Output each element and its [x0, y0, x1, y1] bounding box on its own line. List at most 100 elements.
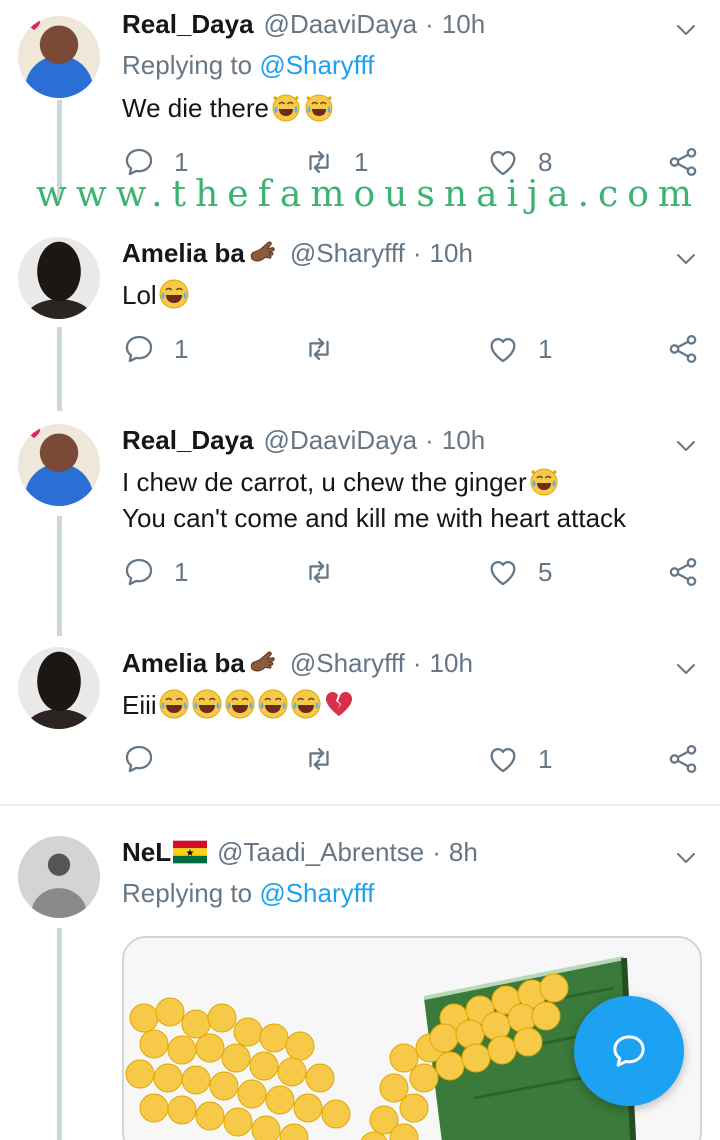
display-name[interactable]: Amelia ba	[122, 238, 245, 269]
separator: ·	[425, 8, 434, 39]
separator: ·	[425, 424, 434, 455]
chevron-down-icon[interactable]	[674, 18, 698, 42]
reply-count: 1	[174, 146, 189, 177]
reply-icon	[122, 332, 156, 366]
tears-of-joy-emoji	[158, 278, 190, 310]
tweet-text: Lol	[122, 277, 190, 313]
grinning-cat-tears-emoji	[303, 91, 335, 123]
username[interactable]: @Sharyfff	[290, 648, 405, 679]
compose-reply-icon	[613, 1035, 645, 1067]
tweet-header: Real_Daya @DaaviDaya · 10h	[122, 420, 485, 460]
reply-icon	[122, 555, 156, 589]
chevron-down-icon[interactable]	[674, 846, 698, 870]
retweet-button[interactable]	[302, 329, 354, 369]
tweet-actions: 1	[0, 739, 720, 779]
share-button[interactable]	[666, 552, 700, 592]
display-name[interactable]: Amelia ba	[122, 648, 245, 679]
retweet-button[interactable]	[302, 552, 354, 592]
replying-to: Replying to @Sharyfff	[122, 878, 374, 909]
tweet-header: Amelia ba @Sharyfff · 10h	[122, 233, 473, 273]
chevron-down-icon[interactable]	[674, 657, 698, 681]
chevron-down-icon[interactable]	[674, 247, 698, 271]
tweet-text-line-2: You can't come and kill me with heart at…	[122, 503, 627, 533]
timestamp[interactable]: 10h	[442, 425, 485, 456]
like-count: 5	[538, 556, 553, 587]
heart-icon	[486, 332, 520, 366]
tweet-text: We die there	[122, 90, 335, 126]
display-name[interactable]: Real_Daya	[122, 425, 254, 456]
separator: ·	[412, 647, 422, 678]
compose-reply-button[interactable]	[574, 996, 684, 1106]
retweet-icon	[302, 555, 336, 589]
share-button[interactable]	[666, 329, 700, 369]
avatar[interactable]	[18, 424, 100, 506]
timestamp[interactable]: 10h	[442, 9, 485, 40]
mention-link[interactable]: @Sharyfff	[259, 50, 374, 80]
separator: ·	[412, 237, 422, 268]
like-button[interactable]: 1	[486, 739, 552, 779]
display-name[interactable]: Real_Daya	[122, 9, 254, 40]
tweet-header: Amelia ba @Sharyfff · 10h	[122, 643, 473, 683]
timestamp[interactable]: 10h	[430, 238, 473, 269]
retweet-icon	[302, 742, 336, 776]
replying-label: Replying to	[122, 878, 253, 908]
replying-to: Replying to @Sharyfff	[122, 50, 374, 81]
watermark: www.thefamousnaija.com	[36, 174, 702, 215]
reply-button[interactable]: 1	[122, 329, 188, 369]
username[interactable]: @DaaviDaya	[264, 9, 418, 40]
broken-heart-emoji	[323, 688, 355, 720]
tears-of-joy-emoji	[191, 688, 223, 720]
tweet-header: NeL @Taadi_Abrentse · 8h	[122, 832, 478, 872]
ghana-flag-emoji	[173, 840, 207, 864]
tweet-text-content: Eiii	[122, 690, 157, 720]
tears-of-joy-emoji	[290, 688, 322, 720]
avatar[interactable]	[18, 16, 100, 98]
tweet-text: Eiii	[122, 687, 355, 723]
tweet-actions: 1 1	[0, 329, 720, 369]
retweet-count: 1	[354, 146, 369, 177]
tweet-actions: 1 5	[0, 552, 720, 592]
avatar[interactable]	[18, 647, 100, 729]
heart-icon	[486, 555, 520, 589]
share-button[interactable]	[666, 739, 700, 779]
reply-count: 1	[174, 556, 189, 587]
tears-of-joy-emoji	[257, 688, 289, 720]
heart-sticker-icon	[28, 426, 40, 438]
tweet-text-content: Lol	[122, 280, 157, 310]
tweet-text-line-1: I chew de carrot, u chew the ginger	[122, 464, 560, 500]
conversation-divider	[0, 804, 720, 806]
reply-button[interactable]: 1	[122, 552, 188, 592]
avatar[interactable]	[18, 237, 100, 319]
avatar[interactable]	[18, 836, 100, 918]
like-button[interactable]: 1	[486, 329, 552, 369]
timestamp[interactable]: 8h	[449, 837, 478, 868]
call-me-hand-emoji	[246, 646, 280, 680]
username[interactable]: @DaaviDaya	[264, 425, 418, 456]
grinning-cat-tears-emoji	[270, 91, 302, 123]
chevron-down-icon[interactable]	[674, 434, 698, 458]
call-me-hand-emoji	[246, 236, 280, 270]
tears-of-joy-emoji	[224, 688, 256, 720]
retweet-button[interactable]	[302, 739, 354, 779]
timestamp[interactable]: 10h	[430, 648, 473, 679]
heart-icon	[486, 742, 520, 776]
like-count: 1	[538, 333, 553, 364]
tweet-header: Real_Daya @DaaviDaya · 10h	[122, 4, 485, 44]
reply-button[interactable]	[122, 739, 174, 779]
reply-icon	[122, 742, 156, 776]
username[interactable]: @Sharyfff	[290, 238, 405, 269]
separator: ·	[432, 836, 441, 867]
tears-of-joy-emoji	[158, 688, 190, 720]
share-icon	[666, 742, 700, 776]
thread-line	[57, 928, 62, 1140]
heart-sticker-icon	[28, 18, 40, 30]
username[interactable]: @Taadi_Abrentse	[217, 837, 424, 868]
grinning-cat-tears-emoji	[528, 465, 560, 497]
like-count: 1	[538, 743, 553, 774]
like-count: 8	[538, 146, 553, 177]
display-name[interactable]: NeL	[122, 837, 171, 868]
tweet-text-content: We die there	[122, 93, 269, 123]
like-button[interactable]: 5	[486, 552, 552, 592]
reply-count: 1	[174, 333, 189, 364]
mention-link[interactable]: @Sharyfff	[259, 878, 374, 908]
